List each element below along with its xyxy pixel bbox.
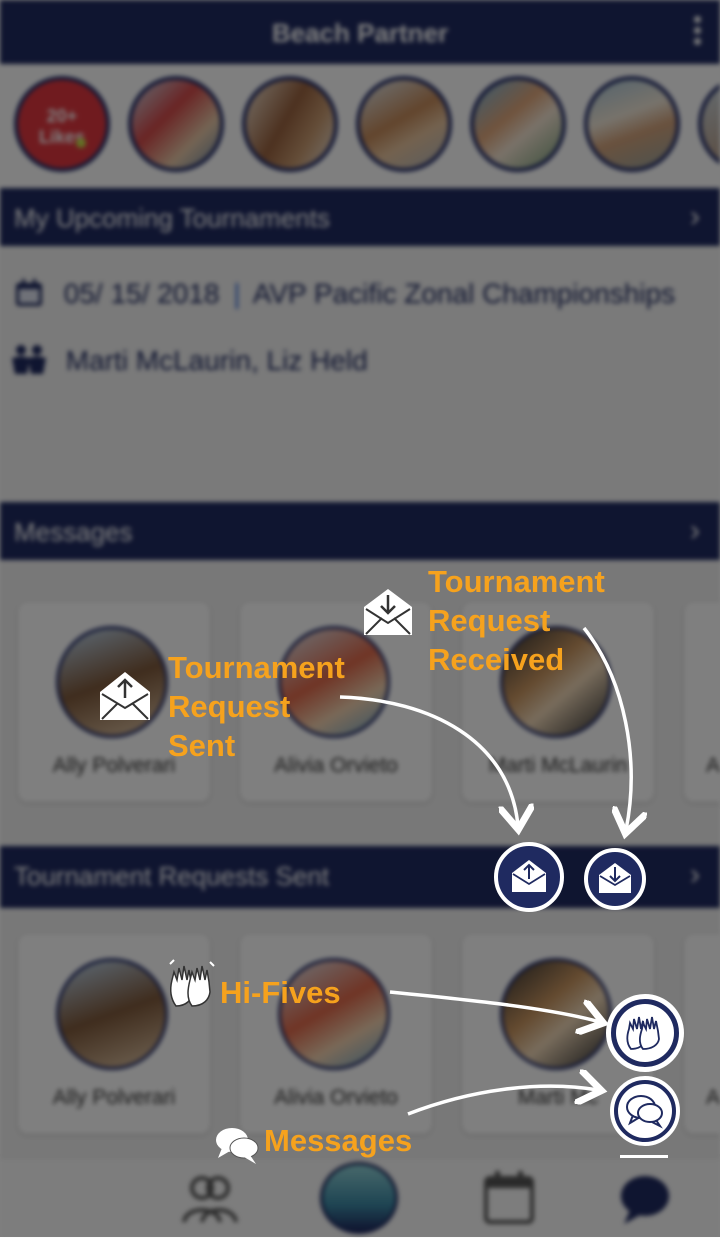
chat-bubbles-icon (216, 1128, 259, 1164)
hi-five-icon (169, 959, 215, 1007)
messages-callout: Messages (264, 1123, 413, 1158)
request-received-button[interactable] (584, 848, 646, 910)
messages-button[interactable] (610, 1076, 680, 1146)
hi-five-icon (626, 1016, 660, 1050)
callout-line: Request (168, 689, 291, 724)
request-sent-button[interactable] (494, 842, 564, 912)
request-sent-callout: Tournament Request Sent (168, 648, 345, 765)
request-received-callout: Tournament Request Received (428, 562, 605, 679)
hifives-callout: Hi-Fives (220, 975, 341, 1010)
hi-fives-button[interactable] (606, 994, 684, 1072)
callout-line: Received (428, 642, 565, 677)
chat-bubbles-icon (626, 1095, 663, 1129)
callout-line: Request (428, 603, 551, 638)
envelope-send-icon (100, 672, 150, 720)
active-tab-indicator (620, 1155, 668, 1158)
callout-line: Tournament (428, 564, 605, 599)
callout-line: Tournament (168, 650, 345, 685)
envelope-receive-icon (364, 589, 412, 635)
envelope-send-icon (512, 860, 546, 892)
callout-line: Sent (168, 728, 236, 763)
envelope-receive-icon (599, 863, 631, 893)
